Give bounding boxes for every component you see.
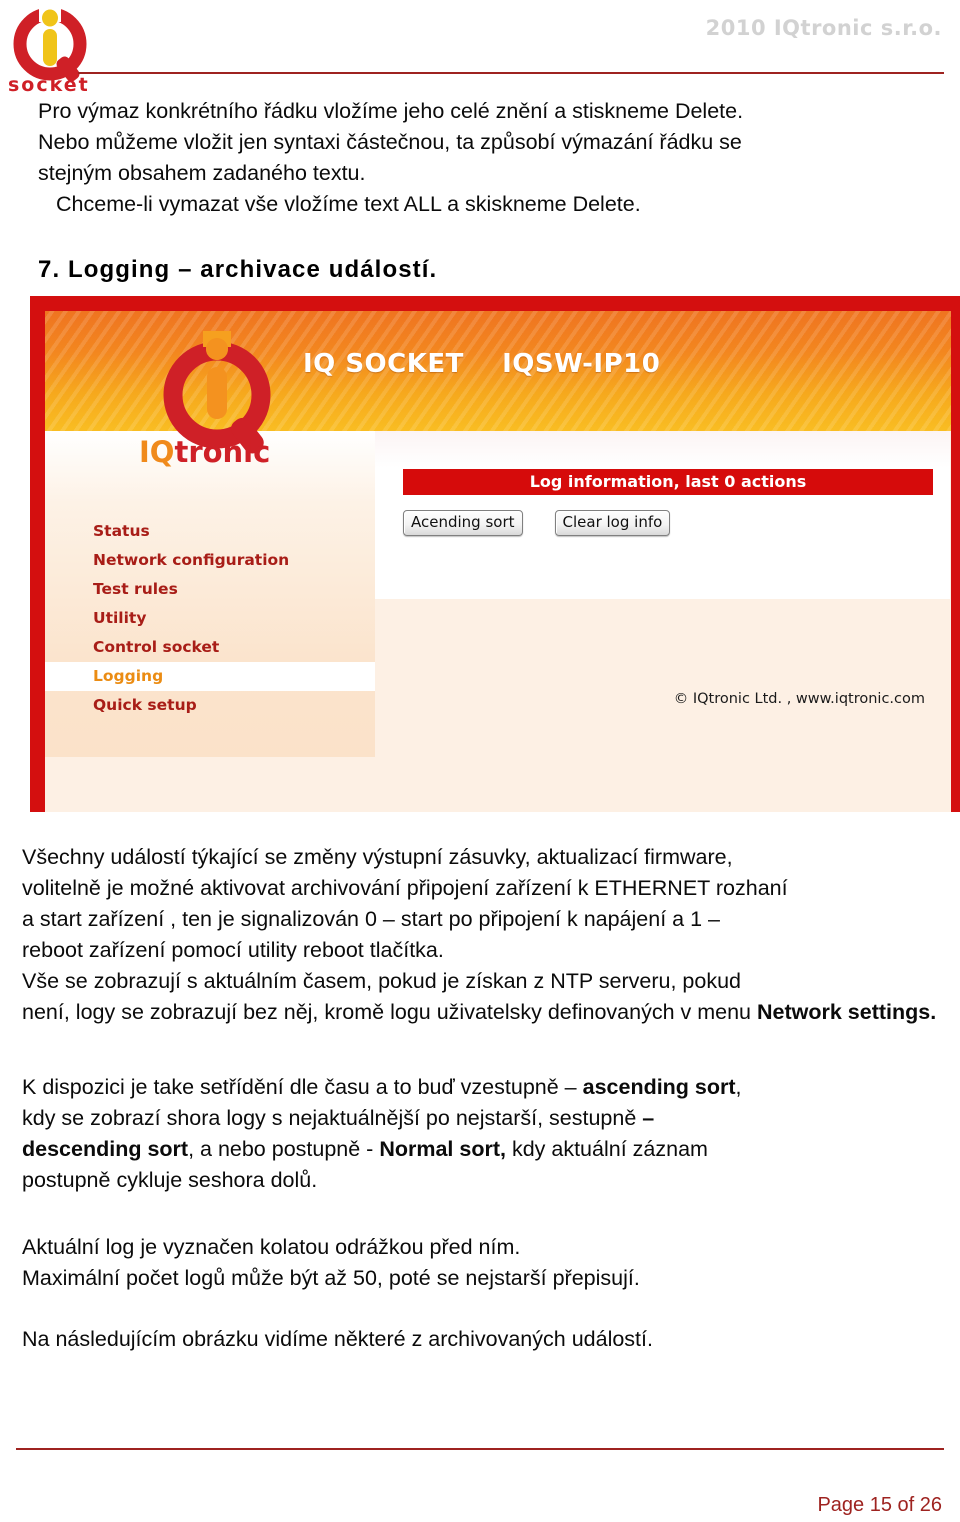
section-heading: 7. Logging – archivace událostí. (38, 256, 438, 283)
paragraph2-line3-mid: , a nebo postupně - (188, 1137, 380, 1161)
intro-line-1: Pro výmaz konkrétního řádku vložíme jeho… (38, 99, 744, 123)
sidebar-item-test-rules[interactable]: Test rules (45, 575, 375, 604)
paragraph3-line1: Aktuální log je vyznačen kolatou odrážko… (22, 1235, 521, 1259)
clear-log-info-button[interactable]: Clear log info (554, 510, 671, 536)
paragraph2-line2-text: kdy se zobrazí shora logy s nejaktuálněj… (22, 1106, 643, 1130)
company-name: 2010 IQtronic s.r.o. (705, 16, 942, 40)
sidebar-item-network-configuration[interactable]: Network configuration (45, 546, 375, 575)
normal-sort-emphasis: Normal sort, (379, 1137, 506, 1161)
paragraph1-line6: není, logy se zobrazují bez něj, kromě l… (22, 997, 938, 1028)
paragraph1-line3: a start zařízení , ten je signalizován 0… (22, 907, 720, 931)
page-header: socket 2010 IQtronic s.r.o. (0, 0, 960, 96)
page-number: Page 15 of 26 (817, 1494, 942, 1516)
paragraph2-line3-tail: kdy aktuální záznam (505, 1137, 708, 1161)
descending-sort-emphasis: descending sort (22, 1137, 189, 1161)
paragraph2-line3: descending sort, a nebo postupně - Norma… (22, 1134, 938, 1165)
intro-line-4: Chceme-li vymazat vše vložíme text ALL a… (56, 192, 641, 216)
device-banner-title: IQ SOCKET IQSW-IP10 (303, 349, 661, 379)
paragraph2-line1: K dispozici je take setřídění dle času a… (22, 1072, 938, 1103)
paragraph1-line1: Všechny událostí týkající se změny výstu… (22, 845, 733, 869)
intro-line-2: Nebo můžeme vložit jen syntaxi částečnou… (38, 130, 742, 154)
iq-socket-logo: socket (6, 4, 102, 96)
acending-sort-button[interactable]: Acending sort (403, 510, 523, 536)
log-button-row: Acending sort Clear log info (403, 510, 671, 536)
paragraph1-line4: reboot zařízení pomocí utility reboot tl… (22, 938, 444, 962)
iqtronic-logo: IQtronic (139, 325, 315, 495)
device-nav-list: Status Network configuration Test rules … (45, 517, 375, 720)
device-copyright: © IQtronic Ltd. , www.iqtronic.com (673, 691, 925, 707)
device-web-ui-screenshot: IQ SOCKET IQSW-IP10 IQtronic Status Netw… (30, 296, 960, 812)
sidebar-item-control-socket[interactable]: Control socket (45, 633, 375, 662)
network-settings-emphasis: Network settings. (756, 1000, 937, 1024)
footer-divider (16, 1448, 944, 1450)
intro-line-3: stejným obsahem zadaného textu. (38, 161, 366, 185)
paragraph1-line6-text: není, logy se zobrazují bez něj, kromě l… (22, 1000, 757, 1024)
log-panel: Log information, last 0 actions Acending… (375, 431, 950, 599)
paragraph1-line5: Vše se zobrazují s aktuálním časem, poku… (22, 969, 741, 993)
log-info-header: Log information, last 0 actions (403, 469, 933, 495)
paragraph2-line2-dash: – (642, 1106, 655, 1130)
paragraph1-line2: volitelně je možné aktivovat archivování… (22, 876, 788, 900)
document-body: Pro výmaz konkrétního řádku vložíme jeho… (0, 96, 960, 1355)
paragraph2-line2: kdy se zobrazí shora logy s nejaktuálněj… (22, 1103, 938, 1134)
page-footer: Page 15 of 26 (0, 1444, 960, 1522)
sidebar-item-logging[interactable]: Logging (45, 662, 375, 691)
ascending-sort-emphasis: ascending sort (582, 1075, 736, 1099)
logo-wordmark: socket (8, 74, 90, 96)
iqtronic-logo-tronic: tronic (174, 435, 271, 469)
sidebar-item-status[interactable]: Status (45, 517, 375, 546)
device-content-area: Log information, last 0 actions Acending… (375, 431, 951, 812)
paragraph2-line1-tail: , (735, 1075, 742, 1099)
sidebar-item-utility[interactable]: Utility (45, 604, 375, 633)
paragraph4-line1: Na následujícím obrázku vidíme některé z… (22, 1327, 653, 1351)
paragraph3-line2: Maximální počet logů může být až 50, pot… (22, 1266, 640, 1290)
iqtronic-logo-iq: IQ (139, 435, 175, 469)
paragraph2-line1-text: K dispozici je take setřídění dle času a… (22, 1075, 583, 1099)
paragraph2-line4: postupně cykluje seshora dolů. (22, 1168, 318, 1192)
header-divider (78, 72, 944, 74)
sidebar-item-quick-setup[interactable]: Quick setup (45, 691, 375, 720)
